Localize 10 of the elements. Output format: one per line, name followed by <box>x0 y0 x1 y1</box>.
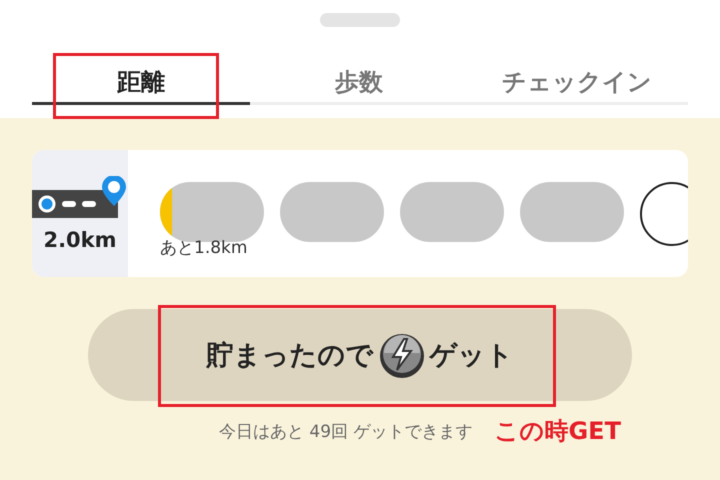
tab[interactable]: チェックイン <box>468 61 686 105</box>
annotation-text: この時GET <box>494 416 621 447</box>
remaining-distance: あと1.8km <box>160 237 248 259</box>
get-button[interactable]: 貯まったので ゲット <box>88 309 632 401</box>
drag-handle[interactable] <box>320 13 400 27</box>
remaining-count-note: 今日はあと 49回 ゲットできます <box>219 420 472 442</box>
distance-total: 2.0km <box>43 228 117 252</box>
tab[interactable]: 距離 <box>32 61 250 105</box>
lightning-coin-icon <box>378 331 426 379</box>
tab[interactable]: 歩数 <box>250 61 468 105</box>
